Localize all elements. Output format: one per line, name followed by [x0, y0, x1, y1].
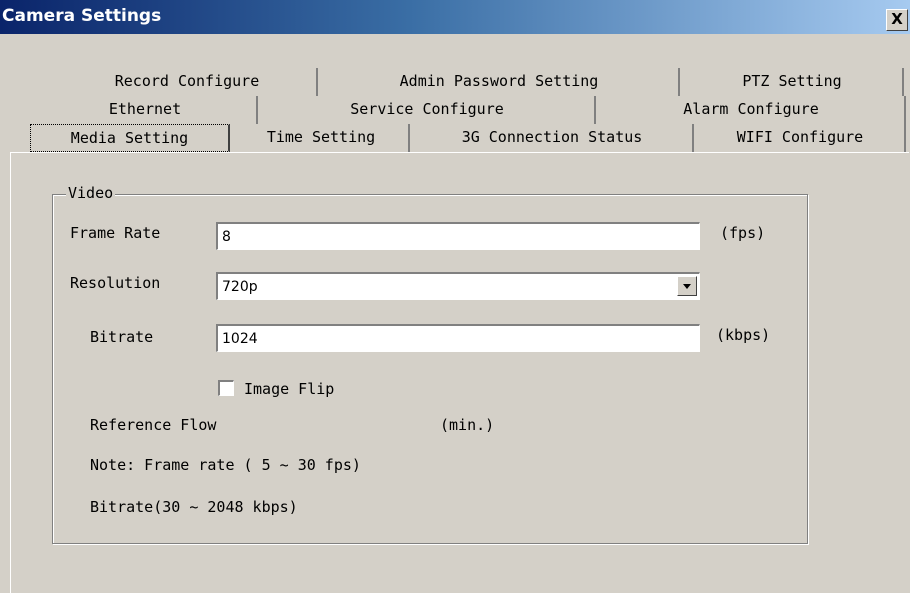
tab-row-2: Ethernet Service Configure Alarm Configu…: [0, 96, 910, 124]
tab-row-3: Media Setting Time Setting 3G Connection…: [0, 124, 910, 152]
note-frame-rate: Note: Frame rate ( 5 ~ 30 fps): [90, 456, 361, 474]
dropdown-arrow-icon[interactable]: [677, 276, 697, 296]
tab-ethernet[interactable]: Ethernet: [34, 96, 258, 124]
image-flip-checkbox[interactable]: [218, 380, 234, 396]
tab-record-configure[interactable]: Record Configure: [58, 68, 318, 96]
tab-ptz-setting[interactable]: PTZ Setting: [682, 68, 904, 96]
title-bar: Camera Settings X: [0, 0, 910, 34]
frame-rate-label: Frame Rate: [70, 224, 161, 242]
tab-media-setting[interactable]: Media Setting: [30, 124, 230, 152]
tab-wifi-configure[interactable]: WIFI Configure: [696, 124, 906, 152]
reference-flow-label: Reference Flow: [90, 416, 217, 434]
resolution-value: 720p: [222, 279, 258, 295]
bitrate-input[interactable]: 1024: [216, 324, 700, 352]
frame-rate-input[interactable]: 8: [216, 222, 700, 250]
image-flip-label: Image Flip: [244, 380, 335, 398]
tab-alarm-configure[interactable]: Alarm Configure: [598, 96, 906, 124]
bitrate-label: Bitrate: [90, 328, 154, 346]
reference-flow-unit: (min.): [440, 416, 495, 434]
video-group-label: Video: [66, 180, 116, 206]
close-button[interactable]: X: [886, 9, 908, 31]
tab-row-1: Record Configure Admin Password Setting …: [0, 68, 910, 96]
frame-rate-unit: (fps): [720, 224, 766, 242]
tab-service-configure[interactable]: Service Configure: [260, 96, 596, 124]
tab-admin-password-setting[interactable]: Admin Password Setting: [320, 68, 680, 96]
resolution-select[interactable]: 720p: [216, 272, 700, 300]
window-title: Camera Settings: [2, 6, 162, 26]
note-bitrate: Bitrate(30 ~ 2048 kbps): [90, 498, 298, 516]
resolution-label: Resolution: [70, 274, 161, 292]
tab-time-setting[interactable]: Time Setting: [234, 124, 410, 152]
tab-3g-connection-status[interactable]: 3G Connection Status: [412, 124, 694, 152]
bitrate-unit: (kbps): [716, 326, 771, 344]
